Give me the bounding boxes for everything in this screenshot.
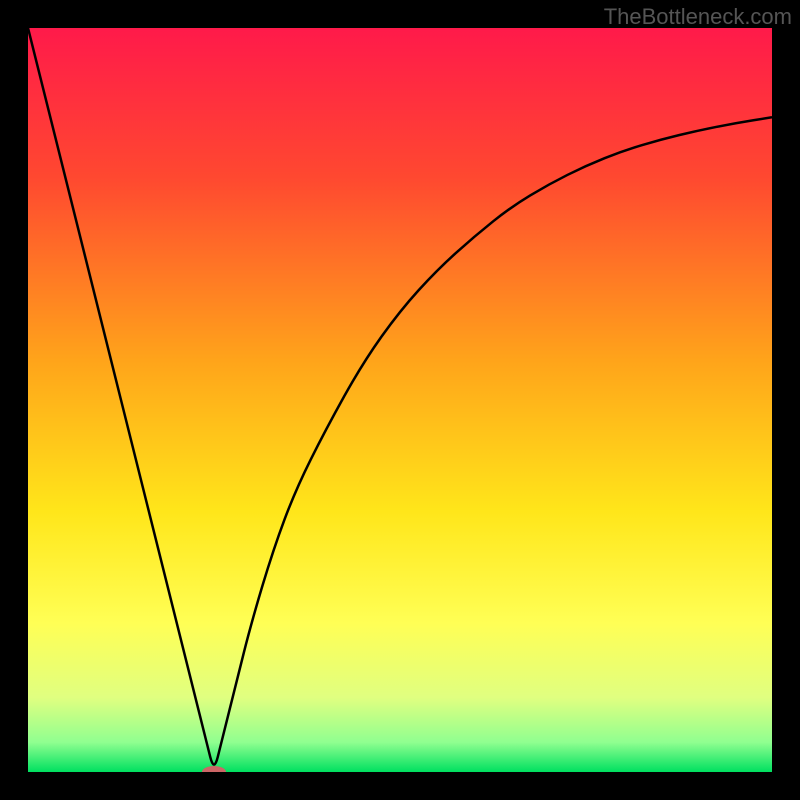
- chart-container: TheBottleneck.com: [0, 0, 800, 800]
- watermark-text: TheBottleneck.com: [604, 4, 792, 30]
- chart-svg: [28, 28, 772, 772]
- plot-area: [28, 28, 772, 772]
